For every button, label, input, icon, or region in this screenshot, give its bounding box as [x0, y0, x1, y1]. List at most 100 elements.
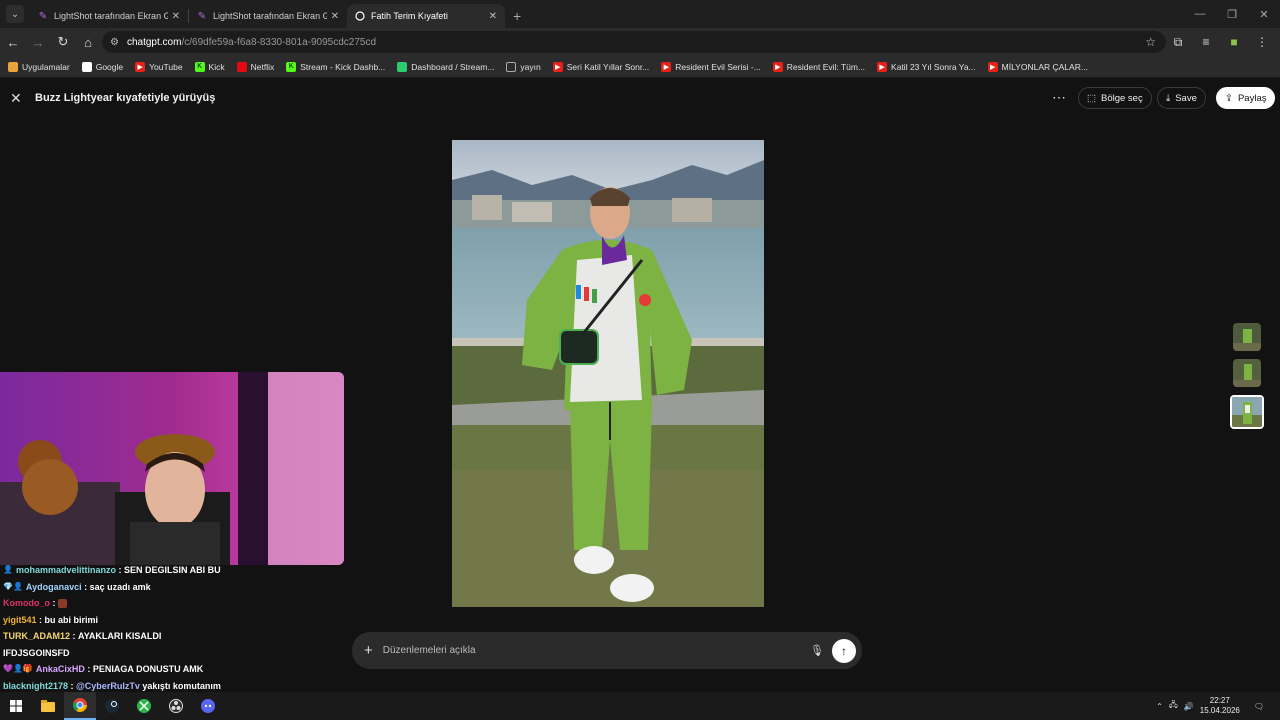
home-icon[interactable]: ⌂	[76, 30, 100, 54]
network-icon[interactable]: 🖧	[1169, 699, 1178, 713]
lightshot-icon: ✎	[197, 10, 207, 22]
emote-icon	[58, 598, 67, 608]
start-button[interactable]	[0, 692, 32, 720]
profile-icon[interactable]: ■	[1224, 32, 1244, 52]
google-icon	[81, 61, 92, 72]
chat-username[interactable]: Aydoganavci	[26, 579, 82, 596]
edit-description-input[interactable]	[382, 645, 783, 656]
send-button[interactable]: ↑	[832, 638, 856, 663]
obs-icon[interactable]	[160, 692, 192, 720]
bookmark-item[interactable]: Google	[81, 61, 123, 72]
bookmark-item[interactable]: ▶ Seri Katil Yıllar Sonr...	[552, 61, 649, 72]
youtube-icon: ▶	[987, 61, 998, 72]
browser-toolbar: ← → ↻ ⌂ ⚙ chatgpt.com/c/69dfe59a-f6a8-83…	[0, 28, 1280, 56]
chat-separator: :	[84, 664, 93, 674]
minimize-icon[interactable]: —	[1184, 0, 1216, 28]
save-button[interactable]: ⤓ Save	[1157, 87, 1206, 109]
bookmark-item[interactable]: ▶ Katil 23 Yıl Sonra Ya...	[877, 61, 976, 72]
reload-icon[interactable]: ↻	[51, 30, 75, 54]
tab-title: LightShot tarafından Ekran Gör	[54, 11, 168, 21]
chat-badge-icon: 👤	[3, 565, 13, 574]
chat-mention[interactable]: @CyberRulzTv	[76, 681, 140, 691]
site-info-icon[interactable]: ⚙	[110, 37, 119, 48]
bookmark-item[interactable]: ▶ Resident Evil: Tüm...	[772, 61, 865, 72]
chrome-icon[interactable]	[64, 692, 96, 720]
chat-badge-icon: 💜👤🎁	[3, 664, 33, 673]
bookmark-label: Kick	[208, 61, 225, 72]
youtube-icon: ▶	[552, 61, 563, 72]
kick-icon: K	[286, 61, 297, 72]
chat-username[interactable]: yigit541	[3, 612, 37, 629]
chat-username[interactable]: TURK_ADAM12	[3, 628, 70, 645]
notifications-icon[interactable]: 🗨	[1254, 702, 1264, 711]
menu-dots-icon[interactable]: ⋮	[1252, 32, 1272, 52]
more-options-icon[interactable]: ⋯	[1052, 89, 1067, 106]
bookmark-label: Resident Evil Serisi -...	[675, 61, 761, 72]
new-tab-button[interactable]: +	[513, 8, 521, 24]
tab-strip: ⌄ ✎ LightShot tarafından Ekran Gör ✕ ✎ L…	[0, 0, 1280, 28]
bookmark-item[interactable]: Dashboard / Stream...	[397, 61, 494, 72]
youtube-icon: ▶	[772, 61, 783, 72]
tab-0[interactable]: ✎ LightShot tarafından Ekran Gör ✕	[30, 4, 188, 28]
chat-username[interactable]: Komodo_o	[3, 595, 50, 612]
close-tab-icon[interactable]: ✕	[172, 11, 180, 22]
close-tab-icon[interactable]: ✕	[331, 11, 339, 22]
share-button[interactable]: ⇪ Paylaş	[1216, 87, 1276, 109]
bookmark-item[interactable]: K Stream - Kick Dashb...	[286, 61, 385, 72]
download-icon: ⤓	[1166, 92, 1171, 104]
bookmark-star-icon[interactable]: ☆	[1145, 35, 1156, 49]
bookmark-item[interactable]: Netflix	[236, 61, 274, 72]
netflix-icon	[236, 61, 247, 72]
tab-search-button[interactable]: ⌄	[6, 5, 24, 23]
chat-message: 👤 mohammadvelittinanzo : SEN DEGILSIN ABI…	[3, 562, 343, 579]
steam-icon[interactable]	[96, 692, 128, 720]
add-attachment-icon[interactable]: +	[364, 642, 373, 659]
extensions-icon[interactable]: ⧉	[1168, 32, 1188, 52]
tab-1[interactable]: ✎ LightShot tarafından Ekran Gör ✕	[189, 4, 347, 28]
bookmark-item[interactable]: yayın	[506, 61, 541, 72]
bookmark-item[interactable]: K Kick	[194, 61, 225, 72]
stream-chat: 👤 mohammadvelittinanzo : SEN DEGILSIN ABI…	[3, 562, 343, 694]
chevron-up-icon[interactable]: ⌃	[1156, 702, 1163, 711]
bookmark-item[interactable]: ▶ Resident Evil Serisi -...	[661, 61, 761, 72]
url-host: chatgpt.com	[126, 36, 182, 48]
close-window-icon[interactable]: ✕	[1248, 0, 1280, 28]
share-icon: ⇪	[1225, 92, 1233, 104]
folder-icon	[506, 61, 517, 72]
volume-icon[interactable]: 🔊	[1184, 702, 1194, 711]
tab-title: LightShot tarafından Ekran Gör	[213, 11, 327, 21]
chat-username[interactable]: AnkaCixHD	[36, 661, 85, 678]
select-area-label: Bölge seç	[1100, 92, 1143, 104]
chat-message: 💜👤🎁 AnkaCixHD : PENIAGA DONUSTU AMK	[3, 661, 343, 678]
bookmark-item[interactable]: Uygulamalar	[8, 61, 70, 72]
chat-message: yigit541 : bu abi birimi	[3, 612, 343, 629]
file-explorer-icon[interactable]	[32, 692, 64, 720]
bookmark-item[interactable]: ▶ YouTube	[135, 61, 183, 72]
discord-icon[interactable]	[192, 692, 224, 720]
webcam-overlay	[0, 372, 344, 565]
close-tab-icon[interactable]: ✕	[489, 11, 497, 22]
clock-time: 22:27	[1209, 696, 1230, 705]
thumbnail-2[interactable]	[1233, 359, 1261, 387]
address-bar[interactable]: ⚙ chatgpt.com/c/69dfe59a-f6a8-8330-801a-…	[102, 31, 1166, 53]
back-icon[interactable]: ←	[1, 30, 25, 54]
microphone-icon[interactable]: 🎙	[810, 644, 824, 657]
select-area-button[interactable]: ⬚ Bölge seç	[1078, 87, 1152, 109]
close-icon[interactable]: ✕	[10, 90, 22, 107]
xbox-icon[interactable]	[128, 692, 160, 720]
restore-icon[interactable]: ❐	[1216, 0, 1248, 28]
youtube-icon: ▶	[135, 61, 146, 72]
bookmark-label: MİLYONLAR ÇALAR...	[1001, 61, 1088, 72]
chat-message: IFDJSGOINSFD	[3, 645, 343, 662]
forward-icon[interactable]: →	[26, 30, 50, 54]
thumbnail-1[interactable]	[1233, 323, 1261, 351]
chat-username[interactable]: mohammadvelittinanzo	[16, 562, 116, 579]
clock[interactable]: 22:27 15.04.2026	[1200, 696, 1240, 716]
bookmark-item[interactable]: ▶ MİLYONLAR ÇALAR...	[987, 61, 1088, 72]
thumbnail-3-selected[interactable]	[1230, 395, 1264, 429]
media-control-icon[interactable]: ≡	[1196, 32, 1216, 52]
chat-text-rest: yakıştı komutanım	[139, 680, 221, 691]
chat-text: SEN DEGILSIN ABI BU	[123, 565, 221, 575]
tab-2-active[interactable]: Fatih Terim Kıyafeti ✕	[347, 4, 505, 28]
bookmark-label: yayın	[520, 61, 541, 72]
